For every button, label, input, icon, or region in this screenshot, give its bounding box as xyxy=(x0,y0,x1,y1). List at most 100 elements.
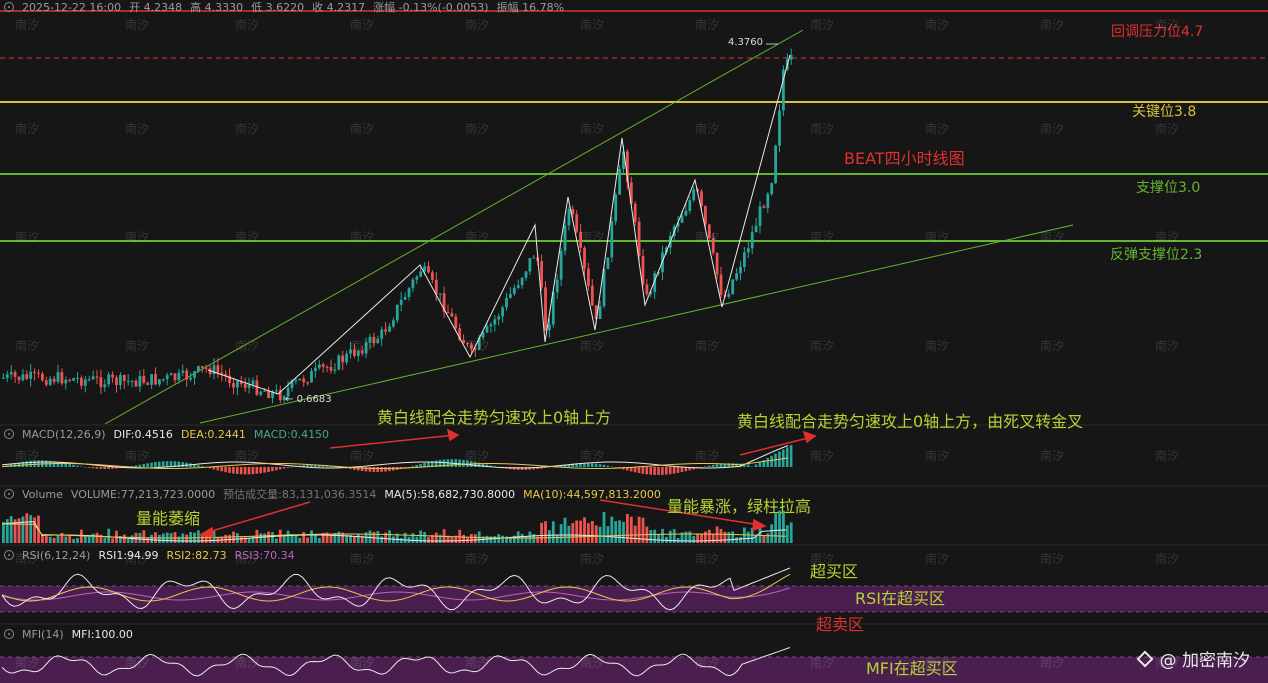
volume-bar xyxy=(122,534,126,543)
watermark-text: 南汐 xyxy=(15,339,40,353)
macd-histogram-bar xyxy=(649,467,652,475)
candle-body xyxy=(146,382,150,385)
candle-body xyxy=(762,206,766,208)
candle-body xyxy=(329,367,333,371)
watermark-text: 南汐 xyxy=(1040,449,1065,463)
indicator-icon[interactable] xyxy=(4,429,14,439)
macd-histogram-bar xyxy=(243,467,247,475)
watermark-text: 南汐 xyxy=(15,122,40,136)
volume-bar xyxy=(142,530,146,543)
candle-body xyxy=(5,374,9,378)
indicator-icon[interactable] xyxy=(4,550,14,560)
candle-body xyxy=(587,268,590,286)
candle-body xyxy=(298,378,302,381)
watermark-text: 南汐 xyxy=(125,552,150,566)
candle-body xyxy=(138,375,142,387)
macd-histogram-bar xyxy=(150,462,153,467)
rebound-support-label: 反弹支撑位2.3 xyxy=(1110,247,1203,263)
watermark-text: 南汐 xyxy=(125,339,150,353)
watermark-text: 南汐 xyxy=(465,18,490,32)
candle-body xyxy=(739,266,742,274)
watermark-text: 南汐 xyxy=(1040,230,1065,244)
volume-bar xyxy=(44,536,48,543)
candle-body xyxy=(403,296,407,300)
mfi-name: MFI(14) xyxy=(22,627,64,641)
indicator-icon[interactable] xyxy=(4,489,14,499)
macd-histogram-bar xyxy=(80,466,83,467)
settings-icon[interactable] xyxy=(4,2,14,12)
volume-bar xyxy=(774,513,777,543)
candle-body xyxy=(64,379,68,384)
volume-bar xyxy=(735,537,738,543)
volume-bar xyxy=(224,534,228,543)
macd-histogram-bar xyxy=(614,467,617,468)
volume-bar xyxy=(158,534,161,543)
candle-body xyxy=(165,375,169,380)
volume-bar xyxy=(251,536,255,543)
volume-bar xyxy=(56,535,60,543)
volume-bar xyxy=(95,532,99,543)
macd-dif: DIF:0.4516 xyxy=(113,427,173,441)
support-level-label: 支撑位3.0 xyxy=(1136,180,1201,196)
volume-bar xyxy=(126,539,130,543)
candlestick-chart[interactable] xyxy=(0,0,1268,683)
macd-histogram-bar xyxy=(282,467,286,469)
volume-bar xyxy=(68,534,72,543)
watermark-text: 南汐 xyxy=(1040,339,1065,353)
watermark-text: 南汐 xyxy=(1155,449,1180,463)
macd-histogram-bar xyxy=(711,464,715,467)
candle-body xyxy=(528,258,532,272)
volume-header: Volume VOLUME:77,213,723.0000 预估成交量:83,1… xyxy=(0,487,661,501)
volume-bar xyxy=(263,533,267,543)
mfi-header: MFI(14) MFI:100.00 xyxy=(0,627,133,641)
candle-body xyxy=(618,168,621,195)
candle-body xyxy=(87,379,91,381)
candle-body xyxy=(493,319,497,325)
candle-body xyxy=(275,390,278,392)
candle-body xyxy=(427,266,430,273)
candle-body xyxy=(130,380,134,382)
volume-bar xyxy=(551,521,555,543)
volume-bar xyxy=(368,530,372,543)
volume-bar xyxy=(746,531,750,543)
macd-histogram-bar xyxy=(290,466,294,468)
candle-body xyxy=(590,285,594,306)
volume-bar xyxy=(575,520,579,543)
candle-body xyxy=(236,381,239,388)
volume-bar xyxy=(622,521,625,543)
watermark-text: 南汐 xyxy=(925,18,950,32)
volume-bar xyxy=(723,531,727,543)
volume-bar xyxy=(571,523,575,543)
watermark-text: 南汐 xyxy=(810,449,835,463)
volume-bar xyxy=(626,513,629,543)
macd-histogram-bar xyxy=(200,466,204,467)
watermark-text: 南汐 xyxy=(580,230,605,244)
candle-body xyxy=(567,209,571,226)
volume-bar xyxy=(111,538,114,543)
candle-body xyxy=(72,378,75,381)
candle-body xyxy=(614,194,618,222)
candle-body xyxy=(692,189,696,201)
watermark-text: 南汐 xyxy=(810,656,835,670)
macd-histogram-bar xyxy=(212,467,216,470)
watermark-text: 南汐 xyxy=(465,552,490,566)
volume-bar xyxy=(649,530,653,543)
volume-bar xyxy=(228,534,231,543)
macd-histogram-bar xyxy=(789,445,793,467)
macd-histogram-bar xyxy=(602,464,606,467)
watermark-text: 南汐 xyxy=(350,449,375,463)
candle-body xyxy=(411,279,415,289)
candle-body xyxy=(267,390,270,399)
candle-body xyxy=(255,380,259,395)
candle-body xyxy=(122,375,126,381)
volume-bar xyxy=(598,526,602,543)
macd-histogram-bar xyxy=(142,463,145,467)
macd-histogram-bar xyxy=(676,467,680,473)
volume-value: VOLUME:77,213,723.0000 xyxy=(70,487,216,501)
ohlc-header: 2025-12-22 16:00 开 4.2348 高 4.3330 低 3.6… xyxy=(0,0,564,14)
indicator-icon[interactable] xyxy=(4,629,14,639)
volume-bar xyxy=(76,538,79,543)
volume-bar xyxy=(563,517,567,543)
macd-histogram-bar xyxy=(154,462,157,467)
watermark-text: 南汐 xyxy=(1155,122,1180,136)
